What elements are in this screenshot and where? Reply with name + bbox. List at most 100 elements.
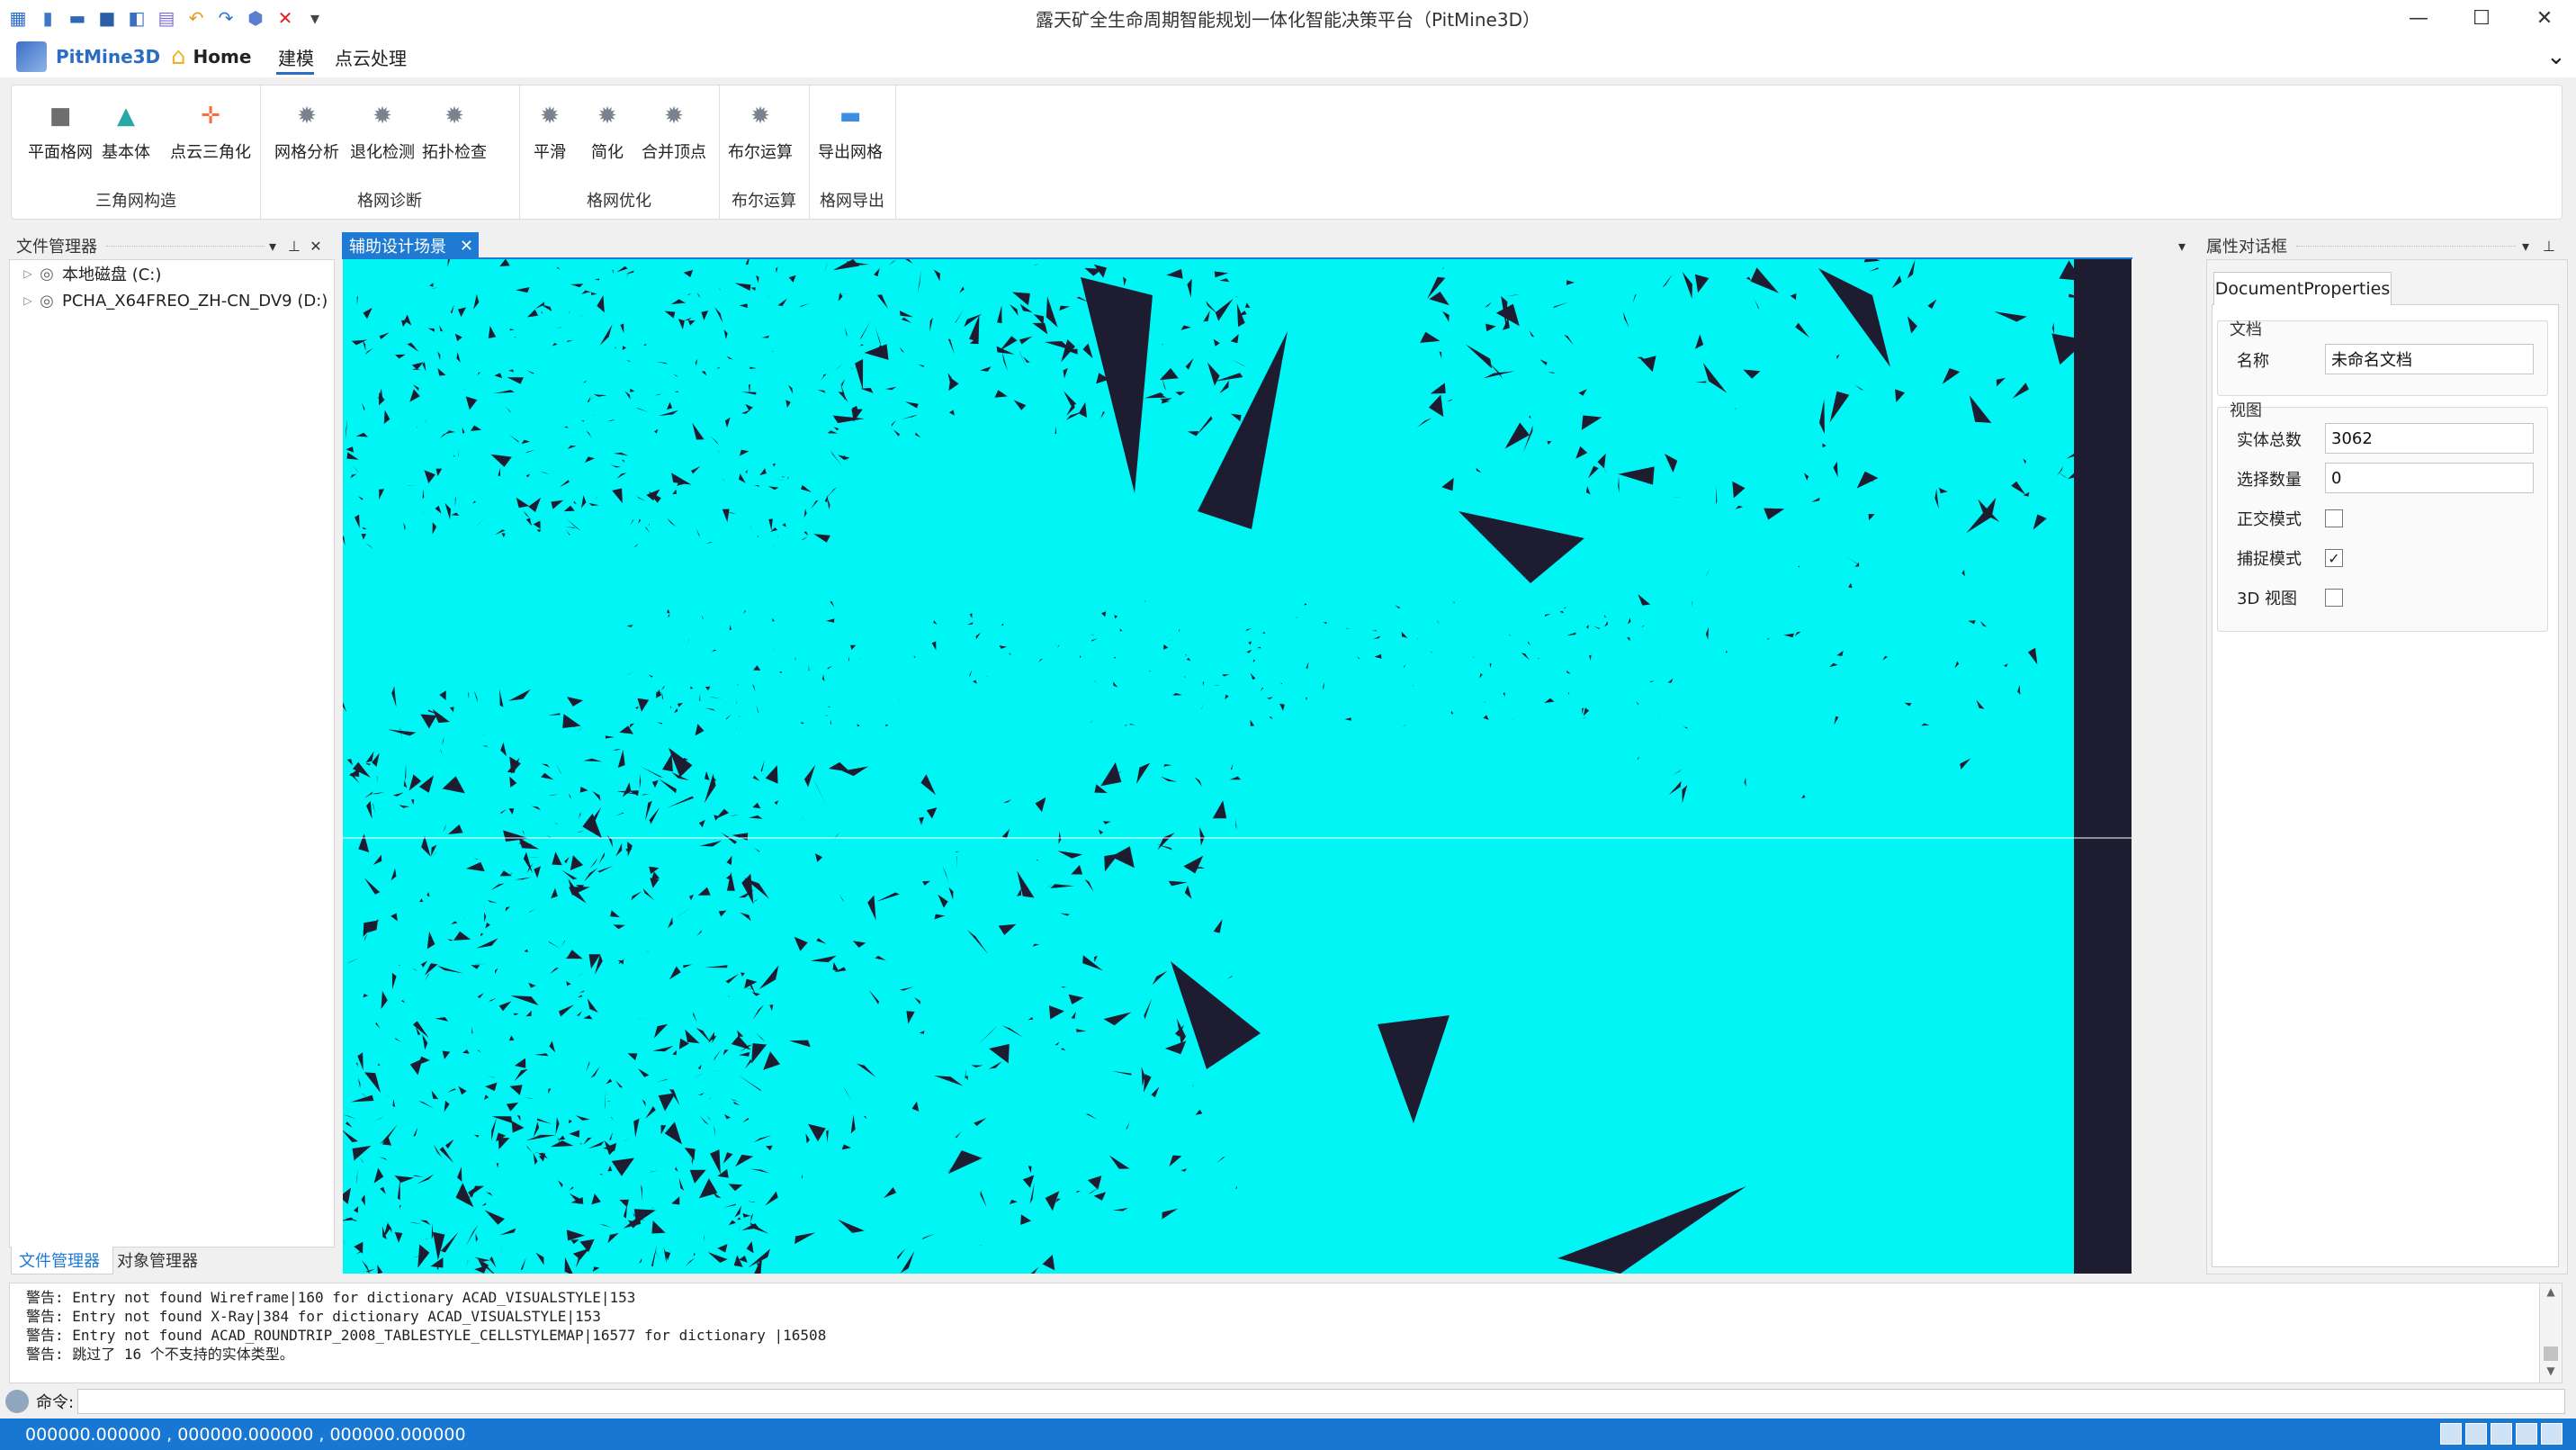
mesh-triangle (1169, 638, 1176, 642)
mesh-triangle (1163, 644, 1169, 650)
mesh-triangle (1938, 487, 1948, 494)
expand-icon[interactable]: ▷ (19, 267, 37, 280)
quick-access-dropdown-icon[interactable]: ▾ (302, 5, 328, 31)
ribbon-button-2-0[interactable]: ✹ 平滑 (532, 98, 568, 163)
snap-mode-checkbox[interactable]: ✓ (2325, 549, 2343, 567)
properties-pin-icon[interactable]: ⊥ (2539, 232, 2559, 259)
command-input[interactable] (77, 1389, 2565, 1414)
mesh-triangle (746, 1241, 754, 1254)
mesh-triangle (906, 1011, 915, 1024)
tab-design-scene[interactable]: 辅助设计场景 ✕ (342, 232, 479, 259)
new-file-icon[interactable]: ▮ (35, 5, 60, 31)
print-icon[interactable]: ▤ (154, 5, 179, 31)
mesh-triangle (548, 1088, 552, 1094)
mesh-triangle (685, 1257, 696, 1267)
entity-count-input[interactable] (2325, 423, 2534, 454)
home-button[interactable]: ⌂ Home (171, 36, 251, 77)
tab-document-properties[interactable]: DocumentProperties (2213, 272, 2392, 305)
app-icon[interactable]: ▦ (5, 5, 31, 31)
properties-dropdown-icon[interactable]: ▾ (2516, 232, 2536, 259)
cube-icon[interactable]: ⬢ (243, 5, 268, 31)
mesh-triangle (566, 518, 581, 531)
mesh-triangle (1068, 994, 1084, 1004)
status-grid-icon[interactable] (2440, 1423, 2462, 1445)
panel-dropdown-icon[interactable]: ▾ (263, 232, 283, 259)
mesh-triangle (539, 471, 550, 475)
status-3d-icon[interactable] (2491, 1423, 2512, 1445)
open-folder-icon[interactable]: ▬ (65, 5, 90, 31)
tab-file-manager[interactable]: 文件管理器 (11, 1247, 113, 1274)
3d-viewport[interactable] (343, 259, 2132, 1274)
minimize-button[interactable]: — (2387, 0, 2450, 36)
save-as-icon[interactable]: ◧ (124, 5, 149, 31)
mesh-triangle (933, 620, 938, 625)
mesh-triangle (1064, 391, 1077, 406)
mesh-triangle (705, 1115, 711, 1120)
close-window-button[interactable]: ✕ (2513, 0, 2576, 36)
mesh-triangle (736, 725, 738, 729)
mesh-triangle (1371, 628, 1375, 631)
redo-icon[interactable]: ↷ (213, 5, 238, 31)
ribbon-button-3-0[interactable]: ✹ 布尔运算 (728, 98, 793, 163)
mesh-triangle (1183, 855, 1204, 874)
mesh-triangle (800, 816, 803, 821)
status-settings-icon[interactable] (2541, 1423, 2563, 1445)
scene-tab-close-icon[interactable]: ✕ (460, 232, 473, 259)
mesh-triangle (1022, 1175, 1035, 1188)
mesh-triangle (1104, 853, 1119, 872)
mesh-triangle (364, 762, 371, 766)
panel-pin-icon[interactable]: ⊥ (284, 232, 304, 259)
scroll-down-icon[interactable]: ▼ (2540, 1364, 2562, 1377)
mesh-triangle (699, 693, 701, 702)
ribbon-button-2-1[interactable]: ✹ 简化 (589, 98, 625, 163)
mesh-triangle (891, 419, 896, 428)
ribbon-button-1-2[interactable]: ✹ 拓扑检查 (422, 98, 487, 163)
mesh-triangle (749, 985, 757, 995)
ortho-mode-checkbox[interactable] (2325, 509, 2343, 527)
selected-count-input[interactable] (2325, 463, 2534, 493)
mesh-triangle (361, 1093, 367, 1098)
mesh-triangle (1172, 693, 1183, 696)
mesh-triangle (1642, 625, 1646, 627)
delete-icon[interactable]: ✕ (273, 5, 298, 31)
ribbon-button-4-0[interactable]: ▬ 导出网格 (818, 98, 883, 163)
tab-pointcloud[interactable]: 点云处理 (335, 36, 407, 77)
mesh-triangle (1250, 672, 1256, 680)
undo-icon[interactable]: ↶ (184, 5, 209, 31)
mesh-triangle (598, 1173, 604, 1175)
tab-object-manager[interactable]: 对象管理器 (117, 1247, 198, 1274)
mesh-triangle (653, 1023, 669, 1039)
mesh-triangle (472, 500, 476, 504)
tree-item-drive-d[interactable]: ▷ ◎ PCHA_X64FREO_ZH-CN_DV9 (D:) (19, 287, 328, 314)
ribbon-button-0-0[interactable]: ■ 平面格网 (28, 98, 93, 163)
panel-close-icon[interactable]: ✕ (306, 232, 326, 259)
expand-icon[interactable]: ▷ (19, 294, 37, 307)
scroll-up-icon[interactable]: ▲ (2540, 1285, 2562, 1298)
brand-button[interactable]: PitMine3D (16, 36, 160, 77)
mesh-triangle (343, 1130, 358, 1143)
ribbon-tool-icon: ▲ (117, 103, 135, 130)
mesh-triangle (1429, 292, 1450, 306)
status-snap-icon[interactable] (2465, 1423, 2487, 1445)
output-scrollbar[interactable]: ▲ ▼ (2539, 1283, 2563, 1383)
mesh-triangle (453, 305, 457, 308)
tree-item-drive-c[interactable]: ▷ ◎ 本地磁盘 (C:) (19, 260, 161, 287)
ribbon-button-2-2[interactable]: ✹ 合并顶点 (642, 98, 706, 163)
ribbon-button-0-1[interactable]: ▲ 基本体 (102, 98, 150, 163)
view-3d-checkbox[interactable] (2325, 589, 2343, 607)
mesh-triangle (484, 1094, 489, 1100)
ribbon-button-1-1[interactable]: ✹ 退化检测 (350, 98, 415, 163)
save-icon[interactable]: ■ (94, 5, 120, 31)
ribbon-button-label: 简化 (591, 143, 624, 162)
mesh-triangle (654, 393, 662, 396)
ribbon-button-0-2[interactable]: ✛ 点云三角化 (170, 98, 251, 163)
maximize-button[interactable]: ☐ (2450, 0, 2513, 36)
status-layout-icon[interactable] (2516, 1423, 2537, 1445)
ribbon-collapse-button[interactable]: ⌄ (2546, 36, 2566, 77)
name-input[interactable] (2325, 344, 2534, 374)
scroll-thumb[interactable] (2544, 1346, 2558, 1361)
scene-menu-icon[interactable]: ▾ (2172, 232, 2192, 259)
mesh-triangle (481, 1202, 487, 1206)
mesh-triangle (759, 468, 767, 476)
ribbon-button-1-0[interactable]: ✹ 网格分析 (274, 98, 339, 163)
